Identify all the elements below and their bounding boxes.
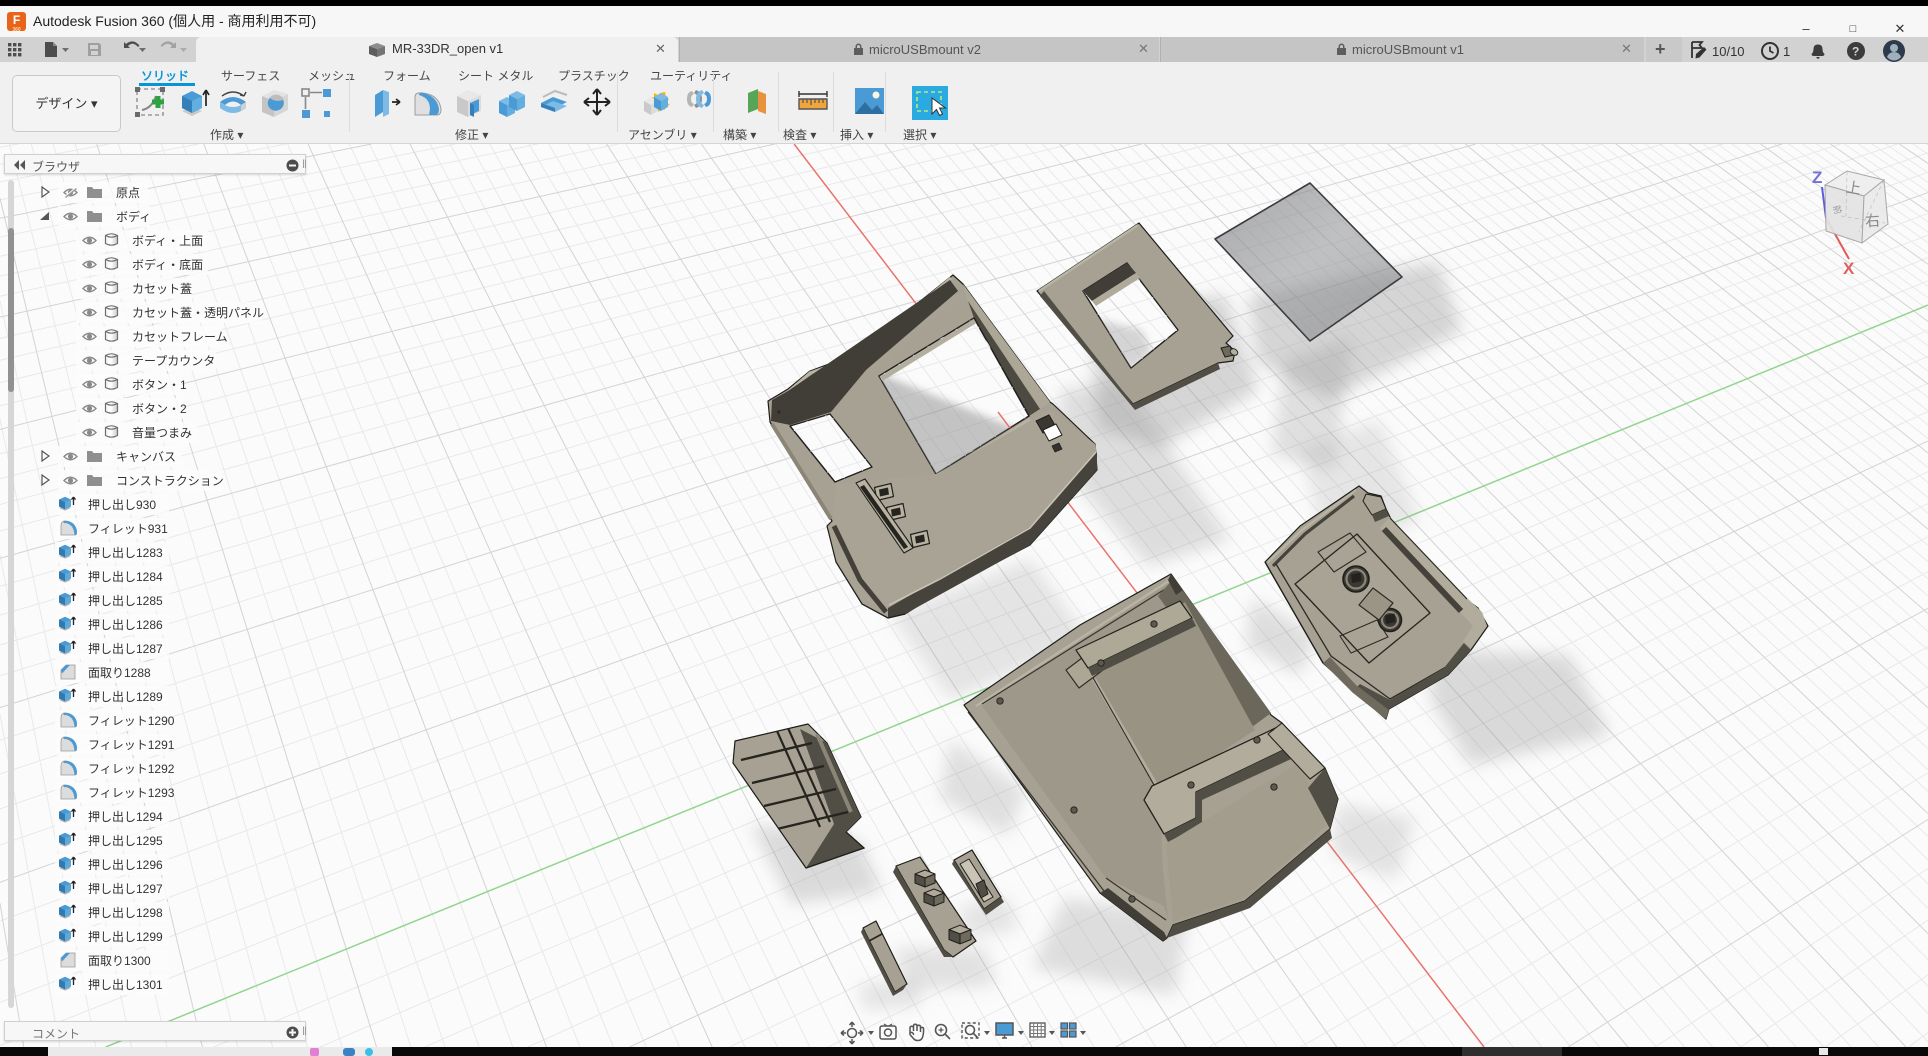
svg-text:上: 上	[1845, 179, 1862, 198]
svg-text:右: 右	[1864, 212, 1880, 230]
svg-text:10/10: 10/10	[1712, 44, 1745, 59]
svg-text:1: 1	[1783, 44, 1790, 59]
svg-text:?: ?	[1852, 45, 1859, 59]
svg-text:X: X	[1843, 259, 1855, 278]
svg-text:Z: Z	[1812, 168, 1822, 187]
